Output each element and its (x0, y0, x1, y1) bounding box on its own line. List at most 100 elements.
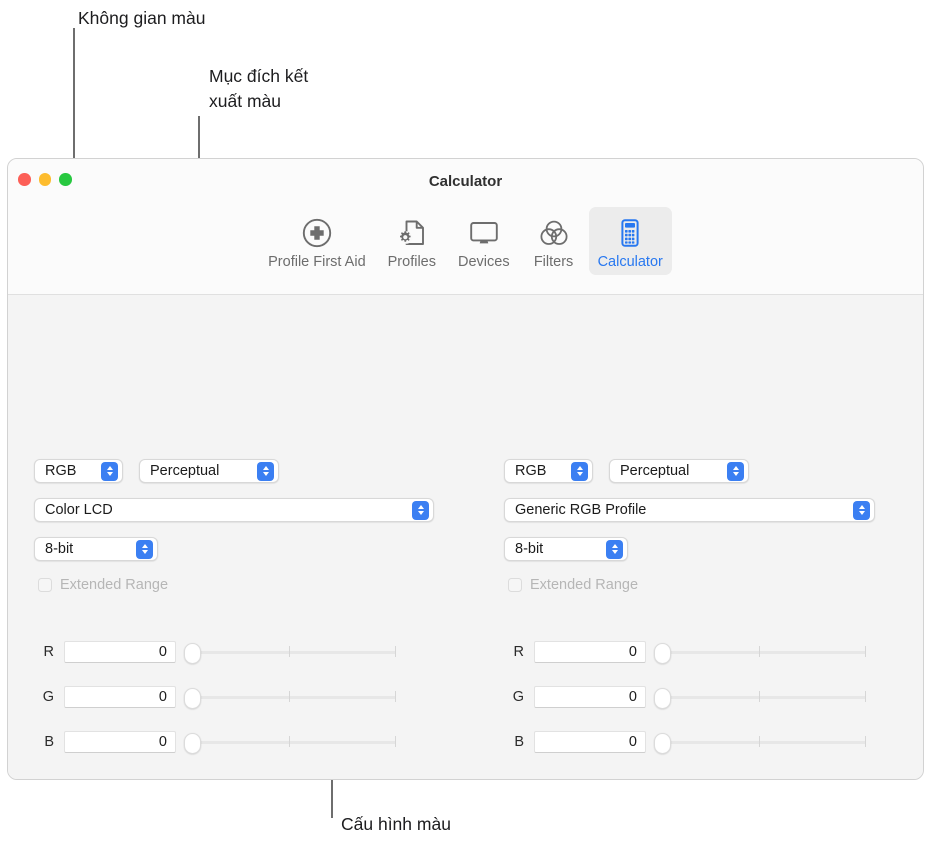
source-extended-range-label: Extended Range (60, 577, 169, 593)
slider-thumb[interactable] (184, 733, 201, 754)
slider-tick (395, 691, 397, 702)
destination-color-space-value: RGB (515, 463, 547, 479)
toolbar-item-label: Devices (458, 254, 510, 270)
calculator-content: RGB Perceptual Color LCD 8-bit Extended … (8, 295, 923, 779)
callout-label-color-space: Không gian màu (78, 8, 206, 28)
source-color-space-popup[interactable]: RGB (34, 459, 123, 483)
slider-tick (865, 736, 867, 747)
destination-channel-row-r: R 0 (506, 639, 870, 665)
destination-channel-input-g[interactable]: 0 (534, 686, 646, 708)
toolbar-item-devices[interactable]: Devices (449, 207, 519, 275)
callout-label-rendering-intent: Mục đích kết xuất màu (209, 66, 309, 111)
destination-channel-row-b: B 0 (506, 729, 870, 755)
source-rendering-intent-value: Perceptual (150, 463, 220, 479)
chevron-updown-icon (571, 461, 588, 481)
destination-channel-row-g: G 0 (506, 684, 870, 710)
source-channel-label: R (43, 644, 54, 660)
chevron-updown-icon (136, 539, 153, 559)
slider-tick (759, 691, 761, 702)
chevron-updown-icon (101, 461, 118, 481)
source-bit-depth-popup[interactable]: 8-bit (34, 537, 158, 561)
source-channel-slider-g[interactable] (184, 684, 400, 710)
destination-channel-slider-b[interactable] (654, 729, 870, 755)
destination-channel-slider-g[interactable] (654, 684, 870, 710)
slider-tick (289, 691, 291, 702)
destination-channel-input-r[interactable]: 0 (534, 641, 646, 663)
slider-tick (289, 646, 291, 657)
toolbar-item-label: Calculator (597, 254, 663, 270)
source-extended-range-checkbox[interactable] (38, 578, 52, 592)
source-channel-row-g: G 0 (36, 684, 400, 710)
slider-tick (289, 736, 291, 747)
slider-thumb[interactable] (184, 688, 201, 709)
slider-tick (759, 646, 761, 657)
source-color-space-value: RGB (45, 463, 77, 479)
slider-tick (395, 646, 397, 657)
toolbar-item-profile-first-aid[interactable]: Profile First Aid (259, 207, 375, 275)
destination-channel-label: R (513, 644, 524, 660)
source-channel-label: B (44, 734, 54, 750)
source-channel-row-b: B 0 (36, 729, 400, 755)
source-channel-input-b[interactable]: 0 (64, 731, 176, 753)
source-profile-popup[interactable]: Color LCD (34, 498, 434, 522)
calculator-icon (613, 213, 647, 253)
destination-rendering-intent-popup[interactable]: Perceptual (609, 459, 749, 483)
source-channel-input-r[interactable]: 0 (64, 641, 176, 663)
slider-thumb[interactable] (654, 643, 671, 664)
slider-track (663, 696, 866, 699)
callout-label-color-profile: Cấu hình màu (341, 814, 451, 834)
slider-track (193, 696, 396, 699)
toolbar-item-calculator[interactable]: Calculator (588, 207, 672, 275)
destination-color-space-popup[interactable]: RGB (504, 459, 593, 483)
slider-thumb[interactable] (654, 688, 671, 709)
window-title: Calculator (428, 173, 503, 190)
slider-thumb[interactable] (654, 733, 671, 754)
destination-bit-depth-popup[interactable]: 8-bit (504, 537, 628, 561)
destination-profile-value: Generic RGB Profile (515, 502, 647, 518)
source-bit-depth-value: 8-bit (45, 541, 74, 557)
main-toolbar: Profile First Aid Profiles Devices Filte… (8, 207, 923, 275)
destination-extended-range-row[interactable]: Extended Range (508, 577, 638, 593)
slider-tick (865, 691, 867, 702)
source-channel-slider-b[interactable] (184, 729, 400, 755)
app-window: Calculator Profile First Aid Profiles De… (7, 158, 924, 780)
display-monitor-icon (467, 213, 501, 253)
first-aid-icon (300, 213, 334, 253)
destination-bit-depth-value: 8-bit (515, 541, 544, 557)
source-channel-row-r: R 0 (36, 639, 400, 665)
source-rendering-intent-popup[interactable]: Perceptual (139, 459, 279, 483)
destination-channel-input-b[interactable]: 0 (534, 731, 646, 753)
slider-tick (865, 646, 867, 657)
slider-track (663, 741, 866, 744)
venn-circles-icon (537, 213, 571, 253)
screenshot-root: Không gian màu Mục đích kết xuất màu Cấu… (0, 0, 931, 846)
toolbar-item-label: Profile First Aid (268, 254, 366, 270)
chevron-updown-icon (853, 500, 870, 520)
slider-track (663, 651, 866, 654)
chevron-updown-icon (606, 539, 623, 559)
toolbar-item-profiles[interactable]: Profiles (379, 207, 445, 275)
source-channel-slider-r[interactable] (184, 639, 400, 665)
slider-tick (759, 736, 761, 747)
slider-tick (395, 736, 397, 747)
toolbar-item-filters[interactable]: Filters (523, 207, 585, 275)
chevron-updown-icon (412, 500, 429, 520)
destination-profile-popup[interactable]: Generic RGB Profile (504, 498, 875, 522)
toolbar-item-label: Profiles (387, 254, 436, 270)
source-channel-label: G (42, 689, 54, 705)
destination-channel-slider-r[interactable] (654, 639, 870, 665)
destination-extended-range-checkbox[interactable] (508, 578, 522, 592)
destination-rendering-intent-value: Perceptual (620, 463, 690, 479)
slider-track (193, 651, 396, 654)
destination-channel-label: G (512, 689, 524, 705)
chevron-updown-icon (257, 461, 274, 481)
window-titlebar: Calculator Profile First Aid Profiles De… (8, 159, 923, 295)
destination-channel-label: B (514, 734, 524, 750)
source-channel-input-g[interactable]: 0 (64, 686, 176, 708)
destination-extended-range-label: Extended Range (530, 577, 639, 593)
profiles-document-gear-icon (395, 213, 429, 253)
slider-thumb[interactable] (184, 643, 201, 664)
source-profile-value: Color LCD (45, 502, 113, 518)
source-extended-range-row[interactable]: Extended Range (38, 577, 168, 593)
slider-track (193, 741, 396, 744)
